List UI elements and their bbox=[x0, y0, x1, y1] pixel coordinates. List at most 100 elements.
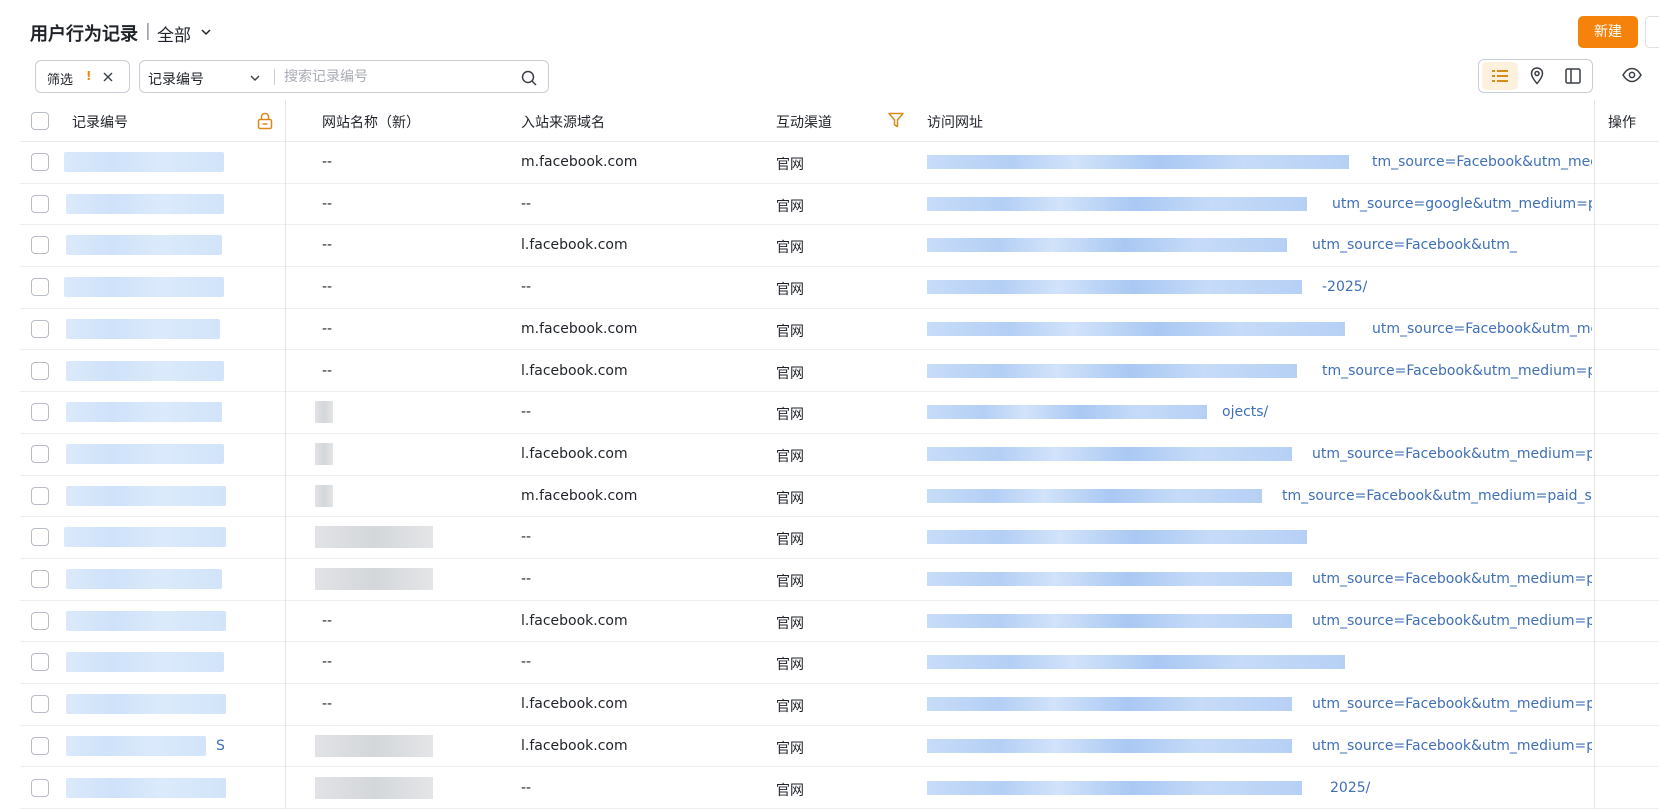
lock-icon[interactable] bbox=[256, 111, 274, 131]
table-row[interactable]: -- m.facebook.com 官网 utm_source=Facebook&ut… bbox=[20, 309, 1659, 351]
column-header-record-id[interactable]: 记录编号 bbox=[72, 112, 128, 132]
record-id-link[interactable] bbox=[66, 193, 224, 214]
url-link[interactable]: -2025/ bbox=[1322, 279, 1367, 295]
table-row[interactable]: -- 官网 bbox=[20, 517, 1659, 559]
url-link-redacted[interactable] bbox=[927, 280, 1302, 295]
url-link[interactable]: utm_source=Facebook&utm_medium=paid_s bbox=[1312, 446, 1592, 462]
table-row[interactable]: -- -- 官网 utm_source=google&utm_medium=paid&… bbox=[20, 184, 1659, 226]
record-id-suffix[interactable]: S bbox=[216, 738, 225, 754]
url-link-redacted[interactable] bbox=[927, 780, 1302, 795]
record-id-link[interactable] bbox=[64, 152, 224, 172]
row-checkbox[interactable] bbox=[31, 570, 49, 588]
row-checkbox[interactable] bbox=[31, 403, 49, 422]
record-id-link[interactable] bbox=[66, 694, 226, 715]
url-link-redacted[interactable] bbox=[927, 738, 1292, 753]
table-row[interactable]: -- l.facebook.com 官网 tm_source=Facebook&utm… bbox=[20, 351, 1659, 393]
filter-chip[interactable]: 筛选 ! bbox=[35, 60, 130, 93]
row-checkbox[interactable] bbox=[31, 194, 49, 213]
url-link-redacted[interactable] bbox=[927, 697, 1292, 712]
search-field-select[interactable]: 记录编号 bbox=[148, 69, 204, 89]
row-checkbox[interactable] bbox=[31, 736, 49, 755]
record-id-link[interactable] bbox=[66, 777, 226, 798]
table-row[interactable]: -- l.facebook.com 官网 utm_source=Facebook&ut… bbox=[20, 684, 1659, 726]
table-row[interactable]: -- 官网 utm_source=Facebook&utm_medium=paid_… bbox=[20, 559, 1659, 601]
table-row[interactable]: -- l.facebook.com 官网 utm_source=Facebook&ut… bbox=[20, 225, 1659, 268]
url-link[interactable]: tm_source=Facebook&utm_medium=paid_socia… bbox=[1282, 488, 1592, 504]
url-link[interactable]: 2025/ bbox=[1330, 780, 1370, 796]
row-checkbox[interactable] bbox=[31, 278, 49, 297]
record-id-link[interactable] bbox=[64, 527, 226, 548]
row-checkbox[interactable] bbox=[31, 361, 49, 380]
table-row[interactable]: -- m.facebook.com 官网 tm_source=Facebook&utm… bbox=[20, 142, 1659, 184]
column-header-source-domain[interactable]: 入站来源域名 bbox=[521, 112, 605, 132]
url-link[interactable]: utm_source=Facebook&utm_ bbox=[1312, 237, 1517, 253]
record-id-link[interactable] bbox=[66, 735, 206, 756]
search-input[interactable] bbox=[284, 67, 504, 87]
row-checkbox[interactable] bbox=[31, 528, 49, 547]
row-checkbox[interactable] bbox=[31, 153, 49, 171]
url-link[interactable]: utm_source=google&utm_medium=paid&ut bbox=[1332, 196, 1592, 212]
url-link-redacted[interactable] bbox=[927, 572, 1292, 586]
record-id-link[interactable] bbox=[66, 569, 222, 589]
record-id-link[interactable] bbox=[66, 485, 226, 506]
list-view-option[interactable] bbox=[1482, 62, 1518, 90]
url-link[interactable]: tm_source=Facebook&utm_medium=paid_s bbox=[1322, 363, 1592, 379]
eye-icon[interactable] bbox=[1621, 64, 1643, 86]
url-link[interactable]: utm_source=Facebook&utm_medium=paid_s bbox=[1312, 613, 1592, 629]
record-id-link[interactable] bbox=[66, 652, 224, 673]
row-checkbox[interactable] bbox=[31, 236, 49, 255]
table-row[interactable]: -- 官网 ojects/ bbox=[20, 392, 1659, 434]
map-view-option[interactable] bbox=[1519, 62, 1555, 90]
column-header-site-name[interactable]: 网站名称（新） bbox=[322, 112, 420, 132]
record-id-link[interactable] bbox=[64, 277, 224, 298]
url-link[interactable]: utm_source=Facebook&utm_medium=paid_s bbox=[1312, 738, 1592, 754]
table-row[interactable]: l.facebook.com 官网 utm_source=Facebook&utm_… bbox=[20, 434, 1659, 476]
url-link-redacted[interactable] bbox=[927, 405, 1207, 420]
url-link-redacted[interactable] bbox=[927, 655, 1345, 670]
record-id-link[interactable] bbox=[66, 235, 222, 256]
row-checkbox[interactable] bbox=[31, 486, 49, 505]
chevron-down-icon[interactable] bbox=[248, 71, 262, 85]
more-button[interactable] bbox=[1645, 16, 1659, 48]
url-link-redacted[interactable] bbox=[927, 238, 1287, 253]
url-link-redacted[interactable] bbox=[927, 363, 1297, 378]
url-link-redacted[interactable] bbox=[927, 530, 1307, 545]
url-link[interactable]: utm_source=Facebook&utm_mediu bbox=[1372, 321, 1592, 337]
filter-icon[interactable] bbox=[887, 111, 905, 129]
chevron-down-icon[interactable] bbox=[199, 25, 213, 39]
url-link-redacted[interactable] bbox=[927, 488, 1262, 503]
record-id-link[interactable] bbox=[66, 318, 220, 339]
url-link[interactable]: ojects/ bbox=[1222, 404, 1268, 420]
table-row[interactable]: -- 官网 2025/ bbox=[20, 768, 1659, 809]
column-header-url[interactable]: 访问网址 bbox=[927, 112, 983, 132]
url-link[interactable]: utm_source=Facebook&utm_medium=paid_s bbox=[1312, 696, 1592, 712]
close-icon[interactable] bbox=[100, 69, 116, 85]
view-selector[interactable]: 全部 bbox=[157, 21, 191, 46]
column-header-channel[interactable]: 互动渠道 bbox=[776, 112, 832, 132]
url-link-redacted[interactable] bbox=[927, 446, 1292, 461]
record-id-link[interactable] bbox=[66, 610, 226, 631]
row-checkbox[interactable] bbox=[31, 653, 49, 672]
record-id-link[interactable] bbox=[66, 443, 224, 464]
url-link-redacted[interactable] bbox=[927, 196, 1307, 211]
row-checkbox[interactable] bbox=[31, 611, 49, 630]
table-row[interactable]: -- -- 官网 -2025/ bbox=[20, 267, 1659, 309]
url-link-redacted[interactable] bbox=[927, 155, 1349, 169]
url-link-redacted[interactable] bbox=[927, 613, 1292, 628]
select-all-checkbox[interactable] bbox=[31, 112, 49, 130]
table-row[interactable]: m.facebook.com 官网 tm_source=Facebook&utm_m… bbox=[20, 476, 1659, 518]
row-checkbox[interactable] bbox=[31, 778, 49, 797]
row-checkbox[interactable] bbox=[31, 319, 49, 338]
table-row[interactable]: -- l.facebook.com 官网 utm_source=Facebook&ut… bbox=[20, 601, 1659, 643]
table-row[interactable]: -- -- 官网 bbox=[20, 642, 1659, 685]
url-link-redacted[interactable] bbox=[927, 321, 1345, 336]
search-icon[interactable] bbox=[520, 69, 538, 87]
url-link[interactable]: tm_source=Facebook&utm_mediu bbox=[1372, 154, 1592, 170]
row-checkbox[interactable] bbox=[31, 695, 49, 714]
panel-view-option[interactable] bbox=[1555, 62, 1591, 90]
new-button[interactable]: 新建 bbox=[1578, 16, 1638, 48]
record-id-link[interactable] bbox=[66, 360, 224, 381]
row-checkbox[interactable] bbox=[31, 444, 49, 463]
table-row[interactable]: Sl.facebook.com 官网 utm_source=Facebook&utm… bbox=[20, 726, 1659, 768]
url-link[interactable]: utm_source=Facebook&utm_medium=paid_s bbox=[1312, 571, 1592, 587]
